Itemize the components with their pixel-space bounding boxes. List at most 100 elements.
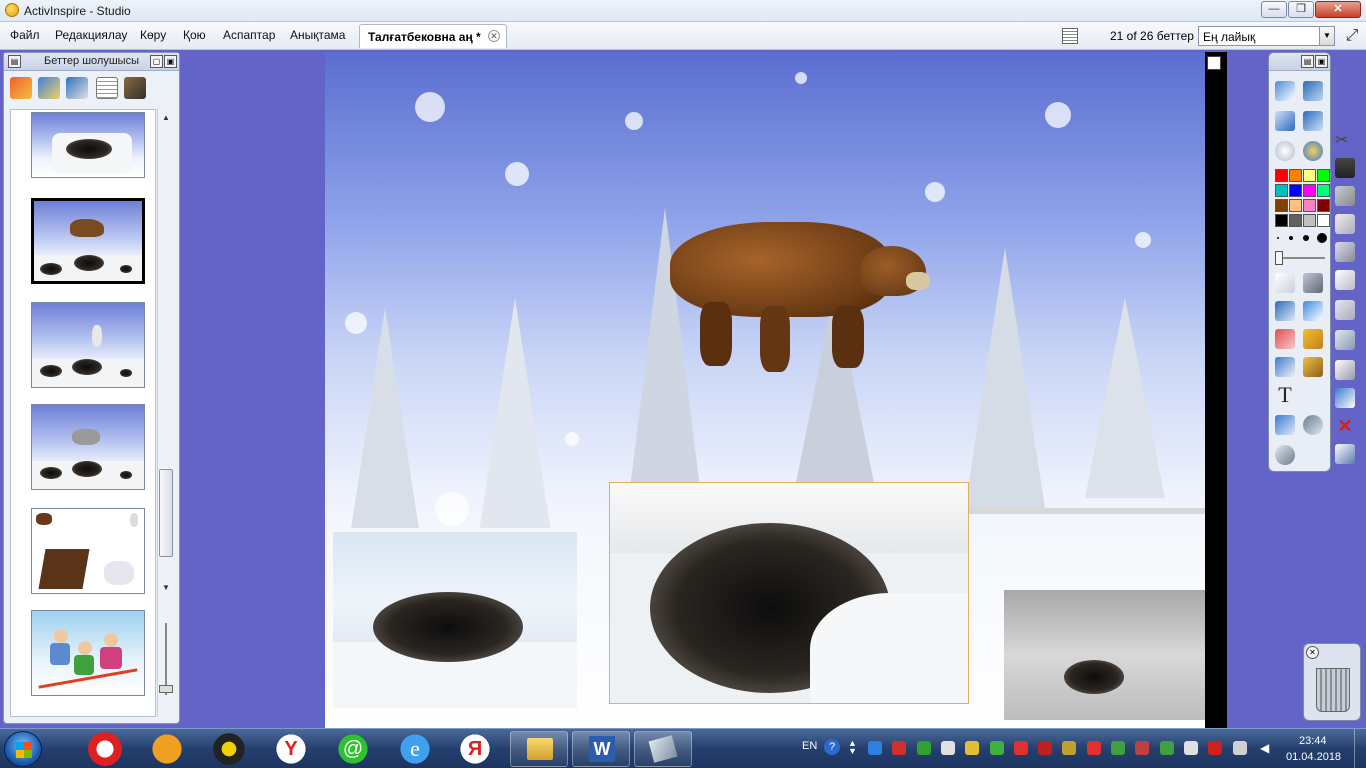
- mail-agent-icon[interactable]: [965, 741, 980, 755]
- desktop-annotate-icon[interactable]: [1303, 141, 1323, 161]
- panel-restore-icon[interactable]: ▢: [150, 55, 163, 68]
- close-button[interactable]: ✕: [1315, 1, 1361, 18]
- flag-icon[interactable]: [1232, 741, 1247, 755]
- resource-icon[interactable]: [1303, 357, 1323, 377]
- color-swatch[interactable]: [1303, 199, 1316, 212]
- page-thumbnail[interactable]: [31, 302, 145, 388]
- camera-icon[interactable]: [1335, 360, 1355, 380]
- properties-icon[interactable]: [1335, 444, 1355, 464]
- menu-help[interactable]: Анықтама: [290, 28, 345, 42]
- den-photo-right[interactable]: [1004, 590, 1205, 720]
- tab-close-icon[interactable]: ✕: [488, 30, 500, 42]
- color-swatch[interactable]: [1317, 184, 1330, 197]
- fill-icon[interactable]: [1303, 329, 1323, 349]
- menu-tools[interactable]: Аспаптар: [223, 28, 275, 42]
- media-player-icon[interactable]: [150, 732, 184, 766]
- highlighter-icon[interactable]: [1303, 301, 1323, 321]
- page-thumbnail[interactable]: [31, 112, 145, 178]
- page-brush-icon[interactable]: [124, 77, 146, 99]
- usb-icon[interactable]: [1183, 741, 1198, 755]
- page-flip-icon[interactable]: [38, 77, 60, 99]
- fullscreen-icon[interactable]: ⤢: [1342, 27, 1362, 45]
- link-icon[interactable]: [1335, 214, 1355, 234]
- color-swatch[interactable]: [1275, 199, 1288, 212]
- lock-icon[interactable]: [1335, 300, 1355, 320]
- reset-icon[interactable]: [1335, 388, 1355, 408]
- color-swatch[interactable]: [1303, 214, 1316, 227]
- scroll-thumb[interactable]: [159, 469, 173, 557]
- adobe-icon[interactable]: [1086, 741, 1101, 755]
- close-icon[interactable]: ✕: [1306, 646, 1319, 659]
- layer-icon[interactable]: [1335, 242, 1355, 262]
- update-icon[interactable]: [1013, 741, 1028, 755]
- activinspire-task[interactable]: [634, 731, 692, 767]
- clear-icon[interactable]: [1275, 415, 1295, 435]
- page-notes-icon[interactable]: [1207, 56, 1221, 70]
- play-icon[interactable]: [1275, 141, 1295, 161]
- sync-icon[interactable]: [916, 741, 931, 755]
- undo-icon[interactable]: [1303, 415, 1323, 435]
- scroll-up-icon[interactable]: ▲: [160, 113, 172, 125]
- layers-icon[interactable]: [1335, 330, 1355, 350]
- connector-icon[interactable]: [1275, 357, 1295, 377]
- toolbox-pin-icon[interactable]: ▣: [1315, 55, 1328, 68]
- eraser-icon[interactable]: [1275, 329, 1295, 349]
- flower-icon[interactable]: [1062, 741, 1077, 755]
- duplicate-icon[interactable]: [1335, 270, 1355, 290]
- opera-tray-icon[interactable]: [989, 741, 1004, 755]
- menu-edit[interactable]: Редакциялау: [55, 28, 127, 42]
- maximize-button[interactable]: ❐: [1288, 1, 1314, 18]
- page-thumbnail[interactable]: [31, 610, 145, 696]
- browsers-icon[interactable]: [1303, 81, 1323, 101]
- antivirus-icon[interactable]: [892, 741, 907, 755]
- den-photo-left[interactable]: [333, 532, 577, 708]
- thumbnail-size-slider[interactable]: [159, 623, 173, 703]
- page-tool-icon[interactable]: [10, 77, 32, 99]
- panel-pin-icon[interactable]: ▣: [164, 55, 177, 68]
- color-swatch[interactable]: [1317, 214, 1330, 227]
- ati-icon[interactable]: [1208, 741, 1223, 755]
- pen-width-selector[interactable]: [1275, 233, 1327, 243]
- color-swatch[interactable]: [1289, 169, 1302, 182]
- network-share-icon[interactable]: [1159, 741, 1174, 755]
- scissors-icon[interactable]: ✂: [1335, 130, 1355, 150]
- tools-icon[interactable]: [1303, 273, 1323, 293]
- menu-view[interactable]: Көру: [140, 28, 166, 42]
- menu-insert[interactable]: Қою: [183, 28, 206, 42]
- save-icon[interactable]: [1335, 158, 1355, 178]
- color-swatch[interactable]: [1289, 214, 1302, 227]
- page-list-icon[interactable]: [96, 77, 118, 99]
- select-icon[interactable]: [1275, 273, 1295, 293]
- page-thumbnail[interactable]: [31, 508, 145, 594]
- prev-page-icon[interactable]: [1275, 111, 1295, 131]
- page-mail-icon[interactable]: [66, 77, 88, 99]
- toolbox-menu-icon[interactable]: ▤: [1301, 55, 1314, 68]
- chevron-down-icon[interactable]: ▼: [1319, 27, 1334, 45]
- word-task[interactable]: W: [572, 731, 630, 767]
- bear-image[interactable]: [670, 222, 930, 372]
- ie-icon[interactable]: e: [398, 732, 432, 766]
- scroll-down-icon[interactable]: ▼: [160, 583, 172, 595]
- group-icon[interactable]: [1335, 186, 1355, 206]
- redo-icon[interactable]: [1275, 445, 1295, 465]
- next-page-icon[interactable]: [1303, 111, 1323, 131]
- tools-tray-icon[interactable]: [1111, 741, 1125, 755]
- zoom-select[interactable]: Ең лайық ▼: [1198, 26, 1335, 46]
- show-desktop-button[interactable]: [1354, 729, 1366, 768]
- color-swatch[interactable]: [1289, 199, 1302, 212]
- menu-file[interactable]: Файл: [10, 28, 40, 42]
- volume-icon[interactable]: ◀: [1260, 741, 1274, 755]
- yandex-browser-icon[interactable]: Я: [458, 732, 492, 766]
- language-indicator[interactable]: EN: [802, 740, 817, 752]
- explorer-task[interactable]: [510, 731, 568, 767]
- color-swatch[interactable]: [1275, 214, 1288, 227]
- opera-icon[interactable]: [88, 732, 122, 766]
- color-swatch[interactable]: [1317, 169, 1330, 182]
- minimize-button[interactable]: —: [1261, 1, 1287, 18]
- video-icon[interactable]: [1038, 741, 1053, 755]
- close-app-icon[interactable]: [1135, 741, 1150, 755]
- network-icon[interactable]: [940, 741, 955, 755]
- yandex-icon[interactable]: Y: [274, 732, 308, 766]
- help-icon[interactable]: ?: [824, 739, 840, 755]
- pen-icon[interactable]: [1275, 301, 1295, 321]
